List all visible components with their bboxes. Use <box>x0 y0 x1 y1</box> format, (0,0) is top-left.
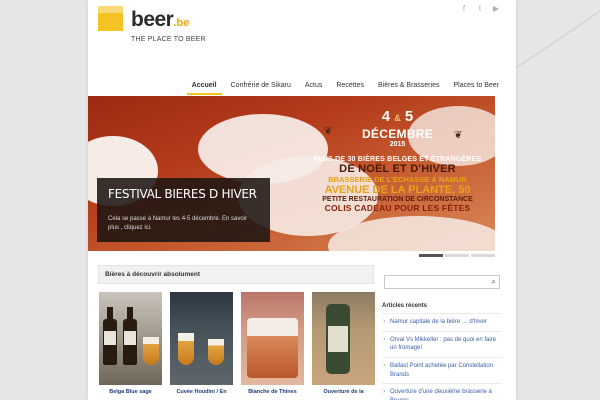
beer-card[interactable]: Cuvée Houdini / En <box>170 292 233 395</box>
recent-article-link[interactable]: Ballast Point achetée par Constellation … <box>382 357 502 383</box>
nav-item-bieres-brasseries[interactable]: Bières & Brasseries <box>371 79 446 95</box>
poster-line-5: PETITE RESTAURATION DE CIRCONSTANCE <box>322 196 473 203</box>
poster-month: DÉCEMBRE <box>361 127 434 141</box>
poster-line-1: PLUS DE 30 BIÈRES BELGES ET ÉTRANGÈRES <box>313 156 482 163</box>
bottle-shape <box>123 307 137 365</box>
slider-dot[interactable] <box>471 254 495 257</box>
poster-amp: & <box>394 113 401 123</box>
search-input[interactable]: ⌕ <box>384 275 500 289</box>
logo-tagline: THE PLACE TO BEER <box>131 36 206 43</box>
caption-text[interactable]: Cela se passe à Namur les 4-5 décembre. … <box>108 215 259 233</box>
beer-card-label[interactable]: Ouverture de la <box>312 389 375 395</box>
recent-article-link[interactable]: Namur capitale de la bière … d'hiver <box>382 313 502 331</box>
beer-image[interactable] <box>241 292 304 385</box>
slider-dot[interactable] <box>419 254 443 257</box>
caption-title[interactable]: FESTIVAL BIERES D HIVER <box>108 187 259 201</box>
glass-shape <box>247 318 298 378</box>
search-icon[interactable]: ⌕ <box>492 277 496 287</box>
logo-wordmark: beer.be <box>131 8 189 32</box>
beer-thumbnails: Belga Blue sage Cuvée Houdini / En Blanc… <box>99 292 375 395</box>
bottle-shape <box>326 304 350 374</box>
beer-image[interactable] <box>99 292 162 385</box>
beer-image[interactable] <box>312 292 375 385</box>
nav-item-accueil[interactable]: Accueil <box>185 79 224 95</box>
beer-card-label[interactable]: Belga Blue sage <box>99 389 162 395</box>
beer-image[interactable] <box>170 292 233 385</box>
glass-shape <box>208 339 224 365</box>
poster-year: 2015 <box>389 141 406 148</box>
nav-item-confrerie[interactable]: Confrérie de Sikaru <box>224 79 298 95</box>
poster-day-end: 5 <box>404 108 414 125</box>
beer-card-label[interactable]: Blanche de Thines <box>241 389 304 395</box>
logo-mark <box>98 6 123 31</box>
bottle-shape <box>103 307 117 365</box>
poster-line-3: BRASSERIE DE L'ECHASSE À NAMUR <box>328 175 467 184</box>
twitter-icon[interactable]: t <box>476 4 484 13</box>
logo-tld: .be <box>173 17 190 29</box>
page-container: beer.be THE PLACE TO BEER f t ▶ Accueil … <box>88 0 516 400</box>
beer-card[interactable]: Ouverture de la <box>312 292 375 395</box>
recent-article-link[interactable]: Orval Vs Mikkeller : pas de quoi en fair… <box>382 330 502 357</box>
beer-card[interactable]: Blanche de Thines <box>241 292 304 395</box>
poster-dates: 4 & 5 <box>300 108 495 125</box>
slider-pagination <box>419 254 495 257</box>
recent-articles-list: Namur capitale de la bière … d'hiver Orv… <box>382 313 502 400</box>
poster-line-4: AVENUE DE LA PLANTE, 50 <box>324 184 471 196</box>
logo-name: beer <box>131 8 174 31</box>
facebook-icon[interactable]: f <box>460 4 468 13</box>
youtube-icon[interactable]: ▶ <box>492 4 500 13</box>
slider-dot[interactable] <box>445 254 469 257</box>
poster-day-start: 4 <box>381 108 391 125</box>
beer-card-label[interactable]: Cuvée Houdini / En <box>170 389 233 395</box>
recent-articles-title: Articles récents <box>382 303 428 309</box>
poster-line-6: COLIS CADEAU POUR LES FÊTES <box>324 203 471 213</box>
social-links: f t ▶ <box>460 4 500 13</box>
nav-item-recettes[interactable]: Recettes <box>329 79 371 95</box>
nav-item-actus[interactable]: Actus <box>298 79 330 95</box>
slide-caption[interactable]: FESTIVAL BIERES D HIVER Cela se passe à … <box>97 178 270 242</box>
glass-shape <box>143 337 159 365</box>
beer-card[interactable]: Belga Blue sage <box>99 292 162 395</box>
background-decor-line <box>515 0 600 69</box>
slide-poster: 4 & 5 DÉCEMBRE 2015 PLUS DE 30 BIÈRES BE… <box>300 108 495 213</box>
hero-slider[interactable]: ❦ ❦ 4 & 5 DÉCEMBRE 2015 PLUS DE 30 BIÈRE… <box>88 96 495 251</box>
glass-shape <box>178 333 194 365</box>
main-nav: Accueil Confrérie de Sikaru Actus Recett… <box>185 79 506 95</box>
section-title: Bières à découvrir absolument <box>98 265 374 284</box>
recent-article-link[interactable]: Ouverture d'une deuxième brasserie à Bru… <box>382 383 502 400</box>
nav-item-places-to-beer[interactable]: Places to Beer <box>446 79 506 95</box>
poster-line-2: DE NOËL ET D'HIVER <box>339 163 456 175</box>
